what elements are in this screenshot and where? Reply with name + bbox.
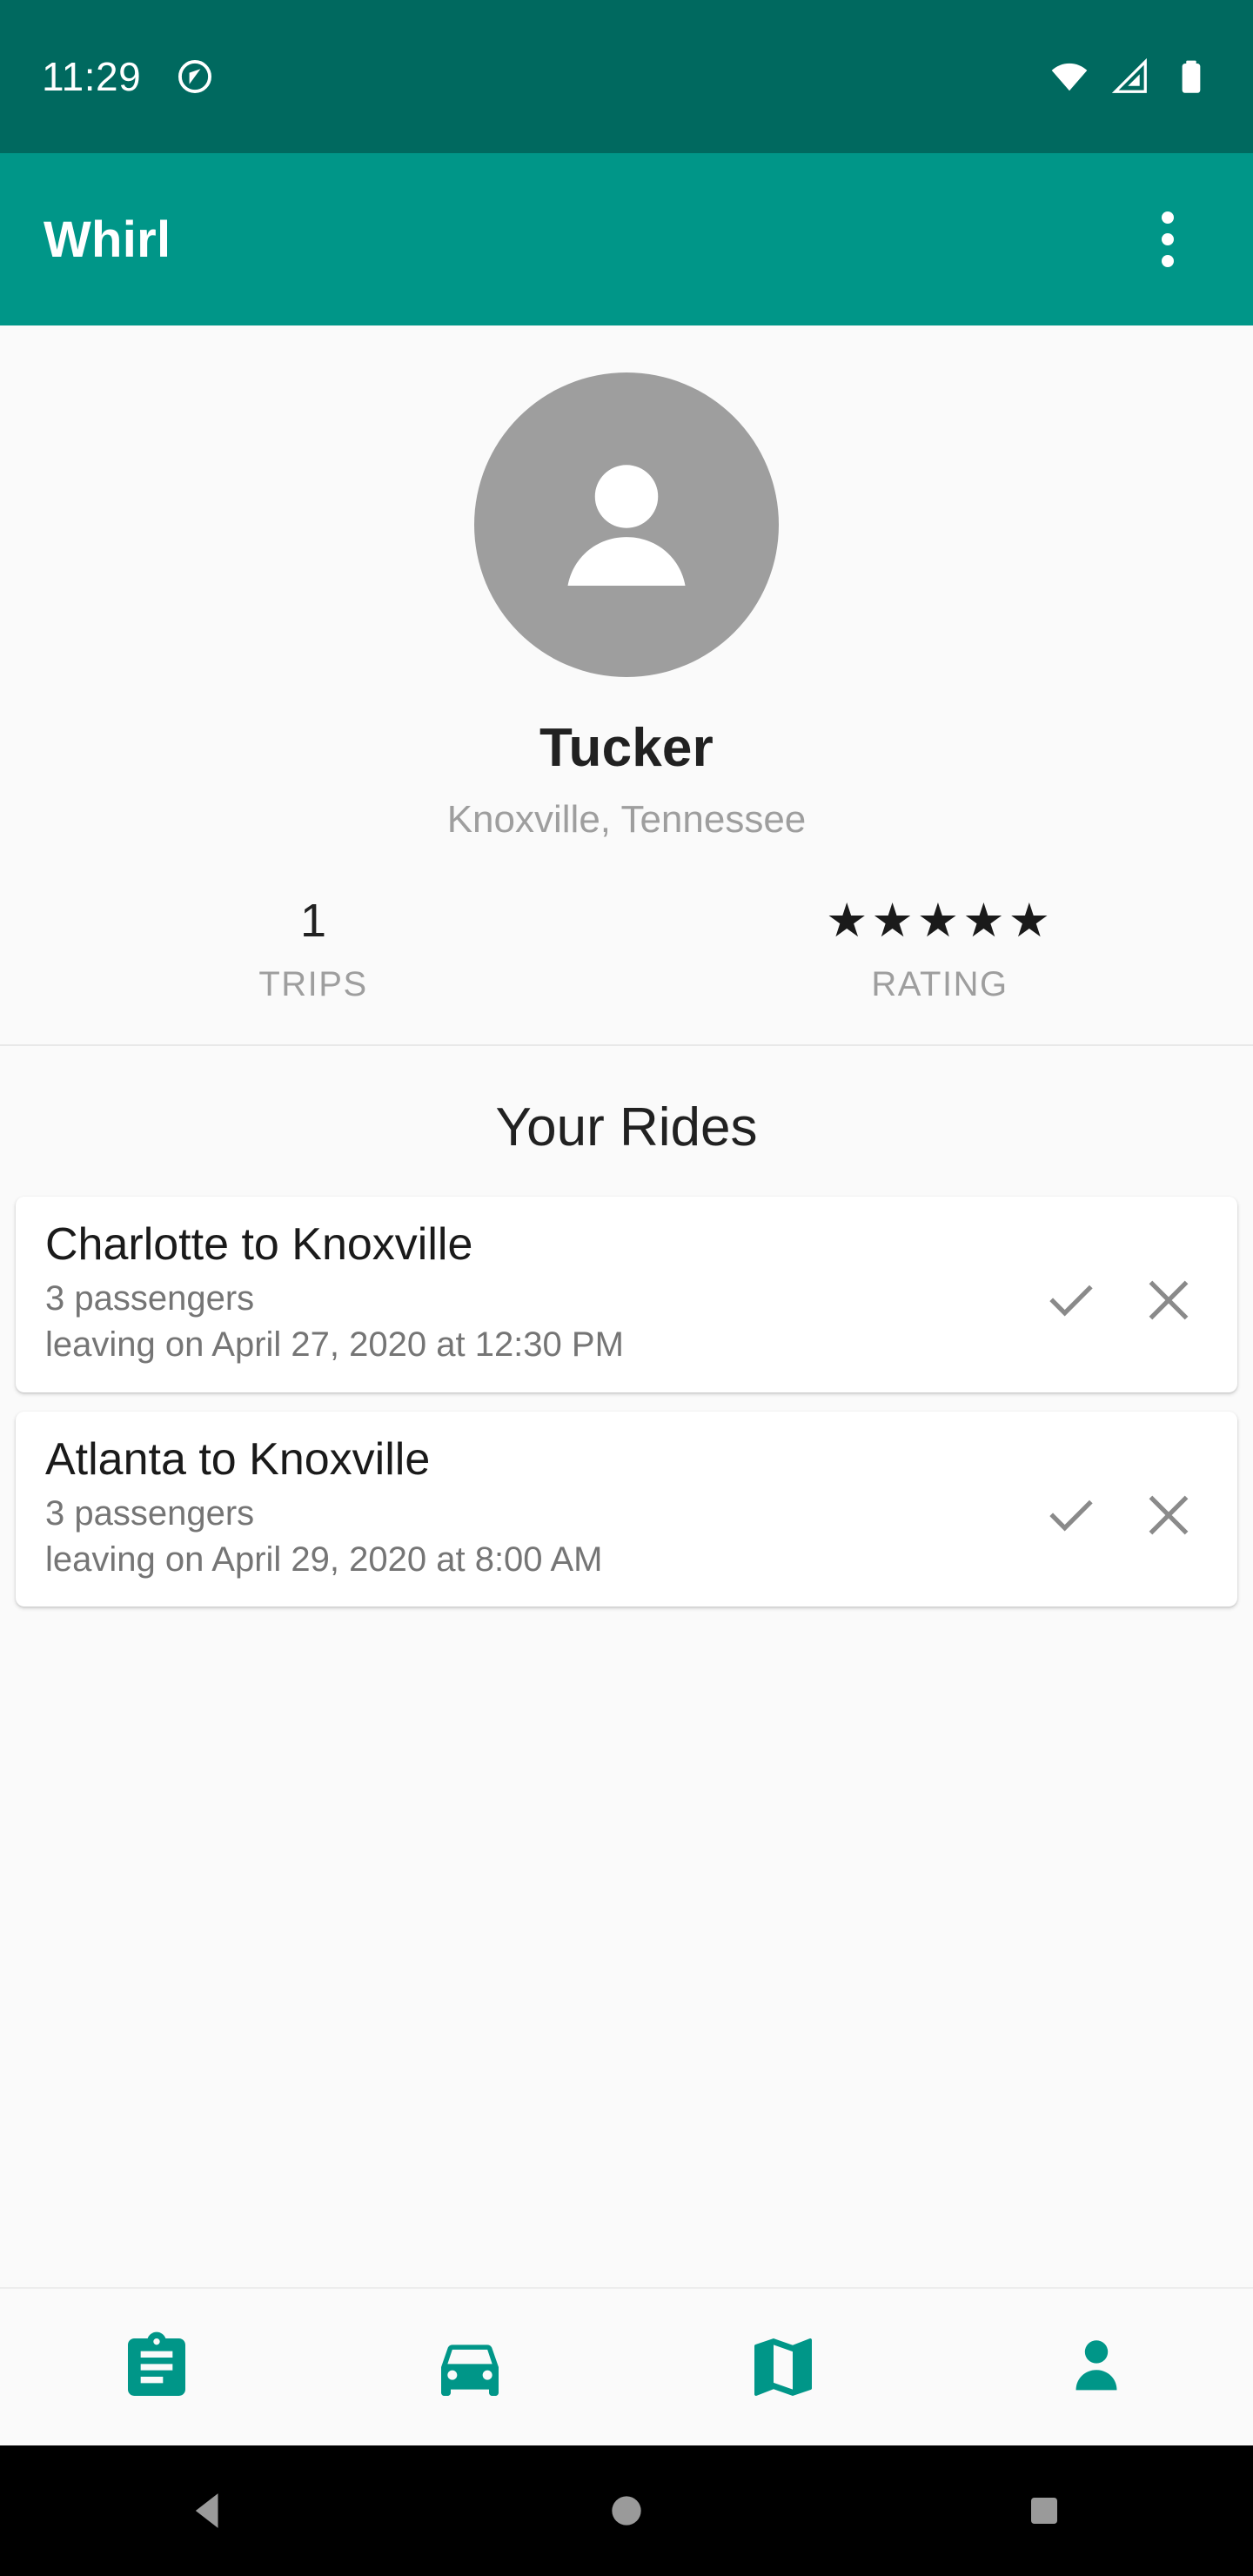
close-icon [1149, 1495, 1189, 1535]
accept-ride-button[interactable] [1032, 1476, 1110, 1554]
ride-info: Charlotte to Knoxville 3 passengers leav… [45, 1219, 1032, 1366]
status-bar: 11:29 [0, 0, 1253, 153]
ride-info: Atlanta to Knoxville 3 passengers leavin… [45, 1434, 1032, 1581]
person-icon [567, 465, 686, 586]
main-content: Tucker Knoxville, Tennessee 1 TRIPS ★★★★… [0, 325, 1253, 2287]
overflow-dot [1162, 255, 1174, 267]
clipboard-icon [128, 2331, 185, 2396]
ride-departure: leaving on April 27, 2020 at 12:30 PM [45, 1325, 624, 1365]
person-icon [1075, 2340, 1117, 2391]
nav-item-trips[interactable] [0, 2289, 313, 2445]
back-button[interactable] [0, 2486, 418, 2535]
overflow-menu-button[interactable] [1126, 198, 1209, 281]
close-icon [1149, 1280, 1189, 1320]
ride-actions [1032, 1434, 1208, 1554]
overflow-dot [1162, 233, 1174, 245]
battery-icon [1171, 57, 1211, 97]
accept-ride-button[interactable] [1032, 1261, 1110, 1339]
map-icon [754, 2338, 812, 2396]
profile-header: Tucker Knoxville, Tennessee 1 TRIPS ★★★★… [0, 325, 1253, 1046]
profile-name: Tucker [539, 718, 714, 778]
ride-card[interactable]: Charlotte to Knoxville 3 passengers leav… [16, 1197, 1237, 1392]
ride-list: Charlotte to Knoxville 3 passengers leav… [0, 1197, 1253, 1607]
profile-stats: 1 TRIPS ★★★★★ RATING [0, 896, 1253, 1004]
check-icon [1049, 1499, 1093, 1532]
wifi-icon [1049, 57, 1089, 97]
ride-route: Atlanta to Knoxville [45, 1433, 431, 1485]
ride-actions [1032, 1219, 1208, 1339]
status-clock: 11:29 [42, 54, 142, 99]
decline-ride-button[interactable] [1129, 1476, 1208, 1554]
overflow-dot [1162, 211, 1174, 224]
rides-section-title: Your Rides [495, 1097, 758, 1157]
stat-rating: ★★★★★ RATING [626, 896, 1253, 1004]
stat-trips: 1 TRIPS [0, 896, 626, 1004]
stat-trips-label: TRIPS [258, 965, 368, 1003]
cellular-signal-icon [1110, 57, 1150, 97]
nav-item-map[interactable] [626, 2289, 940, 2445]
recents-button[interactable] [835, 2490, 1253, 2532]
system-navigation-bar [0, 2445, 1253, 2576]
triangle-left-icon [195, 2493, 218, 2528]
ride-route: Charlotte to Knoxville [45, 1219, 473, 1270]
decline-ride-button[interactable] [1129, 1261, 1208, 1339]
do-not-disturb-icon [176, 57, 214, 96]
status-bar-left: 11:29 [42, 53, 214, 100]
square-icon [1031, 2498, 1057, 2524]
ride-card[interactable]: Atlanta to Knoxville 3 passengers leavin… [16, 1411, 1237, 1607]
avatar[interactable] [474, 372, 779, 677]
ride-departure: leaving on April 29, 2020 at 8:00 AM [45, 1540, 603, 1580]
app-title: Whirl [44, 211, 171, 268]
status-bar-right [1049, 57, 1211, 97]
circle-icon [612, 2496, 641, 2526]
car-icon [441, 2345, 499, 2396]
nav-item-profile[interactable] [940, 2289, 1253, 2445]
phone-screen: 11:29 Whirl Tucker Knoxville, Tennessee … [0, 0, 1253, 2576]
nav-item-rides[interactable] [313, 2289, 626, 2445]
home-button[interactable] [418, 2489, 835, 2532]
check-icon [1049, 1285, 1093, 1317]
rating-stars: ★★★★★ [825, 895, 1055, 947]
profile-location: Knoxville, Tennessee [446, 798, 807, 841]
stat-trips-value: 1 [299, 895, 327, 947]
ride-passengers: 3 passengers [45, 1493, 255, 1533]
app-bar: Whirl [0, 153, 1253, 325]
bottom-navigation [0, 2287, 1253, 2445]
stat-rating-label: RATING [871, 965, 1008, 1003]
ride-passengers: 3 passengers [45, 1279, 255, 1318]
